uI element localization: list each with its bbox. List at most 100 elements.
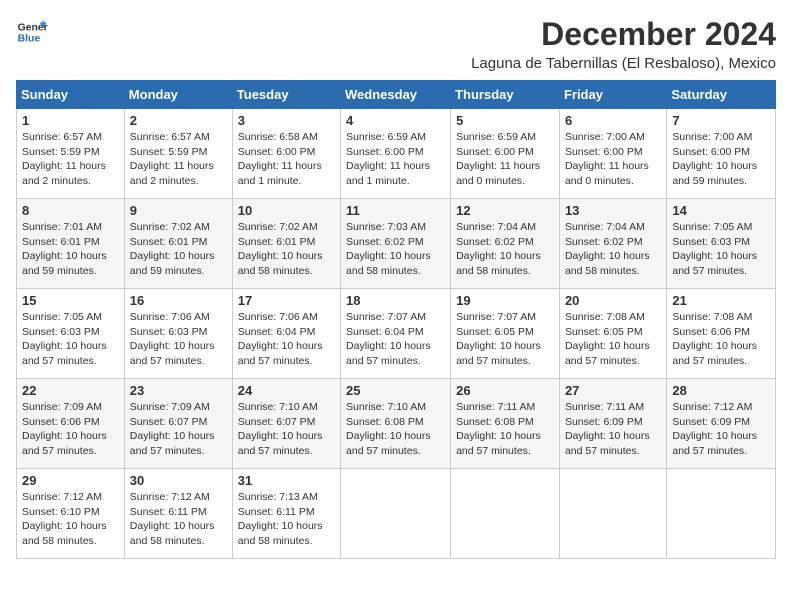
header-sunday: Sunday [17, 81, 125, 109]
day-info: Sunrise: 7:09 AMSunset: 6:06 PMDaylight:… [22, 400, 119, 459]
table-row: 19 Sunrise: 7:07 AMSunset: 6:05 PMDayligh… [451, 289, 560, 379]
day-number: 29 [22, 473, 119, 488]
calendar-table: Sunday Monday Tuesday Wednesday Thursday… [16, 80, 776, 559]
table-row: 5Sunrise: 6:59 AMSunset: 6:00 PMDaylight… [451, 109, 560, 199]
day-number: 21 [672, 293, 770, 308]
day-number: 5 [456, 113, 554, 128]
table-row [451, 469, 560, 559]
day-number: 4 [346, 113, 445, 128]
day-info: Sunrise: 7:04 AMSunset: 6:02 PMDaylight:… [456, 220, 554, 279]
day-info: Sunrise: 7:07 AMSunset: 6:05 PMDaylight:… [456, 310, 554, 369]
table-row: 4 Sunrise: 6:59 AMSunset: 6:00 PMDaylight… [341, 109, 451, 199]
table-row: 22 Sunrise: 7:09 AMSunset: 6:06 PMDayligh… [17, 379, 125, 469]
day-number: 11 [346, 203, 445, 218]
day-info: Sunrise: 7:05 AMSunset: 6:03 PMDaylight:… [672, 220, 770, 279]
table-row: 11Sunrise: 7:03 AMSunset: 6:02 PMDayligh… [341, 199, 451, 289]
table-row: 31Sunrise: 7:13 AMSunset: 6:11 PMDayligh… [232, 469, 340, 559]
table-row: 3 Sunrise: 6:58 AMSunset: 6:00 PMDaylight… [232, 109, 340, 199]
day-number: 14 [672, 203, 770, 218]
day-number: 22 [22, 383, 119, 398]
day-number: 25 [346, 383, 445, 398]
day-info: Sunrise: 7:11 AMSunset: 6:09 PMDaylight:… [565, 400, 661, 459]
table-row: 29 Sunrise: 7:12 AMSunset: 6:10 PMDayligh… [17, 469, 125, 559]
day-info: Sunrise: 7:06 AMSunset: 6:04 PMDaylight:… [238, 310, 335, 369]
table-row: 30 Sunrise: 7:12 AMSunset: 6:11 PMDayligh… [124, 469, 232, 559]
table-row: 20 Sunrise: 7:08 AMSunset: 6:05 PMDayligh… [559, 289, 666, 379]
logo: General Blue [16, 16, 48, 48]
month-title: December 2024 [471, 16, 776, 53]
table-row: 12 Sunrise: 7:04 AMSunset: 6:02 PMDayligh… [451, 199, 560, 289]
header-monday: Monday [124, 81, 232, 109]
day-info: Sunrise: 6:57 AMSunset: 5:59 PMDaylight:… [130, 130, 227, 189]
header-tuesday: Tuesday [232, 81, 340, 109]
day-number: 23 [130, 383, 227, 398]
table-row: 2 Sunrise: 6:57 AMSunset: 5:59 PMDaylight… [124, 109, 232, 199]
day-number: 20 [565, 293, 661, 308]
table-row: 15 Sunrise: 7:05 AMSunset: 6:03 PMDayligh… [17, 289, 125, 379]
calendar-week-row: 1 Sunrise: 6:57 AMSunset: 5:59 PMDaylight… [17, 109, 776, 199]
day-number: 3 [238, 113, 335, 128]
day-number: 19 [456, 293, 554, 308]
table-row: 13 Sunrise: 7:04 AMSunset: 6:02 PMDayligh… [559, 199, 666, 289]
table-row: 7 Sunrise: 7:00 AMSunset: 6:00 PMDaylight… [667, 109, 776, 199]
day-info: Sunrise: 7:12 AMSunset: 6:09 PMDaylight:… [672, 400, 770, 459]
table-row: 17 Sunrise: 7:06 AMSunset: 6:04 PMDayligh… [232, 289, 340, 379]
table-row: 1 Sunrise: 6:57 AMSunset: 5:59 PMDaylight… [17, 109, 125, 199]
day-number: 27 [565, 383, 661, 398]
day-number: 10 [238, 203, 335, 218]
day-info: Sunrise: 6:59 AMSunset: 6:00 PMDaylight:… [346, 130, 445, 189]
day-number: 15 [22, 293, 119, 308]
calendar-week-row: 29 Sunrise: 7:12 AMSunset: 6:10 PMDayligh… [17, 469, 776, 559]
table-row: 27 Sunrise: 7:11 AMSunset: 6:09 PMDayligh… [559, 379, 666, 469]
day-info: Sunrise: 7:09 AMSunset: 6:07 PMDaylight:… [130, 400, 227, 459]
day-info: Sunrise: 7:12 AMSunset: 6:11 PMDaylight:… [130, 490, 227, 549]
svg-text:Blue: Blue [18, 34, 41, 45]
logo-icon: General Blue [16, 16, 48, 48]
day-info: Sunrise: 7:08 AMSunset: 6:05 PMDaylight:… [565, 310, 661, 369]
header-saturday: Saturday [667, 81, 776, 109]
day-info: Sunrise: 7:10 AMSunset: 6:07 PMDaylight:… [238, 400, 335, 459]
table-row: 14 Sunrise: 7:05 AMSunset: 6:03 PMDayligh… [667, 199, 776, 289]
day-info: Sunrise: 7:02 AMSunset: 6:01 PMDaylight:… [238, 220, 335, 279]
table-row: 9 Sunrise: 7:02 AMSunset: 6:01 PMDaylight… [124, 199, 232, 289]
calendar-week-row: 15 Sunrise: 7:05 AMSunset: 6:03 PMDayligh… [17, 289, 776, 379]
day-number: 2 [130, 113, 227, 128]
day-info: Sunrise: 7:07 AMSunset: 6:04 PMDaylight:… [346, 310, 445, 369]
day-number: 17 [238, 293, 335, 308]
table-row [341, 469, 451, 559]
day-info: Sunrise: 7:06 AMSunset: 6:03 PMDaylight:… [130, 310, 227, 369]
table-row: 28 Sunrise: 7:12 AMSunset: 6:09 PMDayligh… [667, 379, 776, 469]
page-header: General Blue December 2024 Laguna de Tab… [16, 16, 776, 72]
day-info: Sunrise: 7:04 AMSunset: 6:02 PMDaylight:… [565, 220, 661, 279]
day-info: Sunrise: 7:00 AMSunset: 6:00 PMDaylight:… [565, 130, 661, 189]
day-info: Sunrise: 6:58 AMSunset: 6:00 PMDaylight:… [238, 130, 335, 189]
day-number: 12 [456, 203, 554, 218]
day-number: 1 [22, 113, 119, 128]
day-number: 13 [565, 203, 661, 218]
table-row: 16 Sunrise: 7:06 AMSunset: 6:03 PMDayligh… [124, 289, 232, 379]
table-row: 10 Sunrise: 7:02 AMSunset: 6:01 PMDayligh… [232, 199, 340, 289]
day-number: 9 [130, 203, 227, 218]
day-number: 30 [130, 473, 227, 488]
day-info: Sunrise: 7:01 AMSunset: 6:01 PMDaylight:… [22, 220, 119, 279]
calendar-week-row: 22 Sunrise: 7:09 AMSunset: 6:06 PMDayligh… [17, 379, 776, 469]
day-number: 7 [672, 113, 770, 128]
day-info: Sunrise: 7:12 AMSunset: 6:10 PMDaylight:… [22, 490, 119, 549]
header-friday: Friday [559, 81, 666, 109]
table-row: 26Sunrise: 7:11 AMSunset: 6:08 PMDayligh… [451, 379, 560, 469]
day-info: Sunrise: 7:02 AMSunset: 6:01 PMDaylight:… [130, 220, 227, 279]
day-info: Sunrise: 7:11 AMSunset: 6:08 PMDaylight:… [456, 400, 554, 459]
calendar-header-row: Sunday Monday Tuesday Wednesday Thursday… [17, 81, 776, 109]
day-number: 28 [672, 383, 770, 398]
day-number: 8 [22, 203, 119, 218]
title-section: December 2024 Laguna de Tabernillas (El … [471, 16, 776, 72]
day-info: Sunrise: 7:13 AMSunset: 6:11 PMDaylight:… [238, 490, 335, 549]
day-info: Sunrise: 6:57 AMSunset: 5:59 PMDaylight:… [22, 130, 119, 189]
day-number: 6 [565, 113, 661, 128]
day-info: Sunrise: 7:05 AMSunset: 6:03 PMDaylight:… [22, 310, 119, 369]
day-info: Sunrise: 7:08 AMSunset: 6:06 PMDaylight:… [672, 310, 770, 369]
day-number: 16 [130, 293, 227, 308]
day-info: Sunrise: 7:00 AMSunset: 6:00 PMDaylight:… [672, 130, 770, 189]
calendar-week-row: 8 Sunrise: 7:01 AMSunset: 6:01 PMDaylight… [17, 199, 776, 289]
day-number: 18 [346, 293, 445, 308]
